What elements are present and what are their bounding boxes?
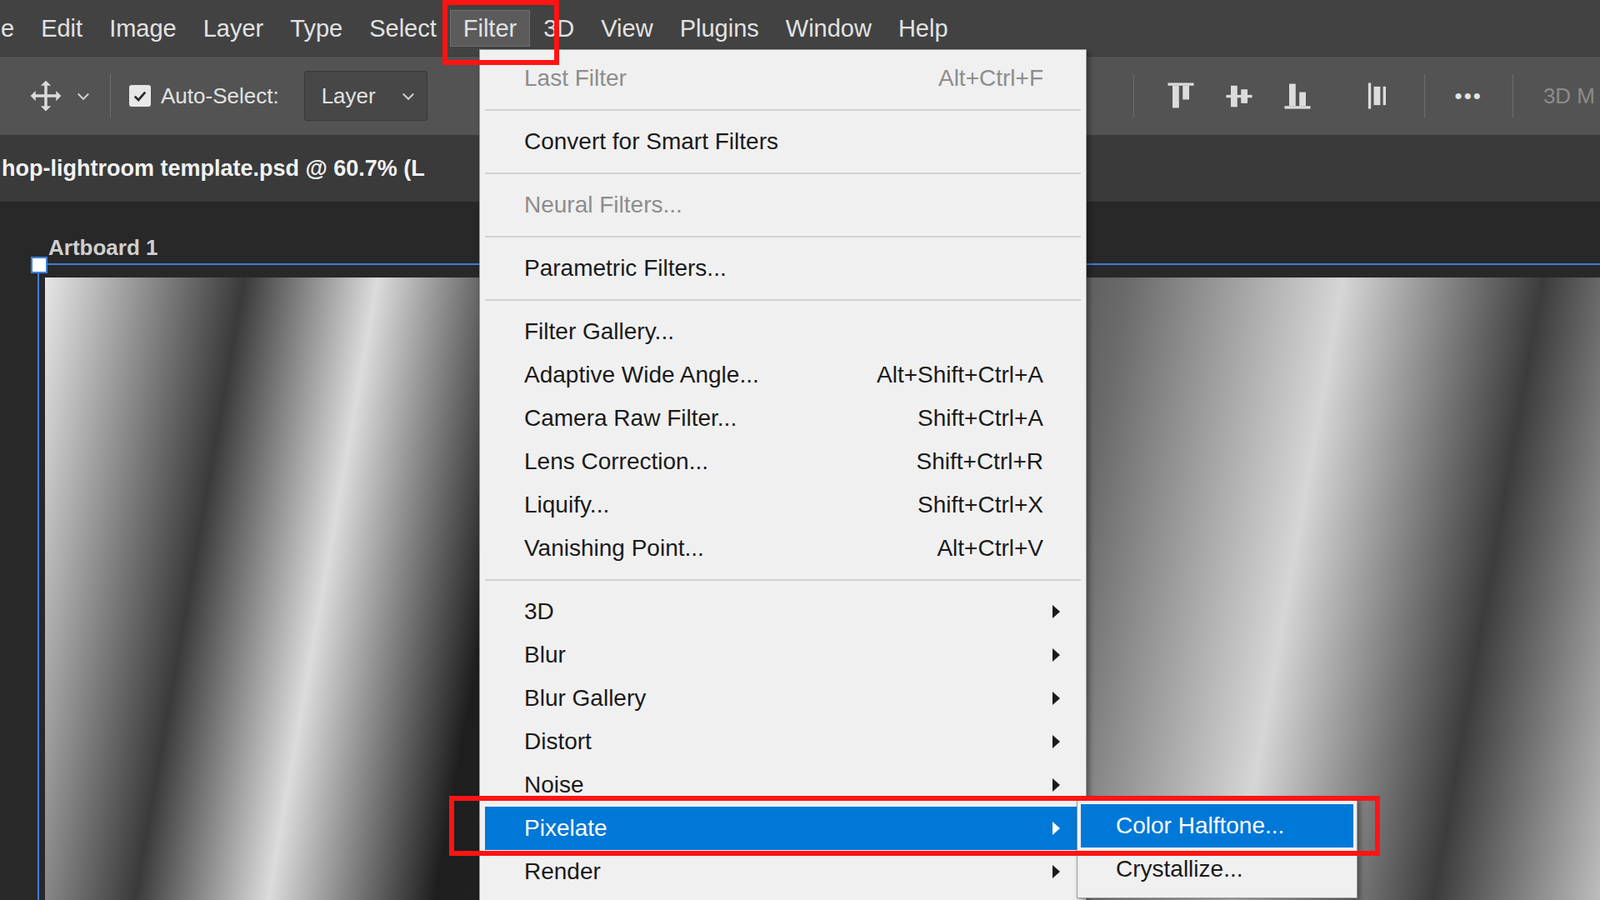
submenu-arrow-icon [1052,865,1060,879]
menu-item[interactable]: Blur [485,633,1081,677]
menu-item[interactable]: Noise [485,763,1081,807]
menu-bar-item[interactable]: Type [276,10,356,47]
move-tool-icon[interactable] [28,78,64,114]
menu-bar-item[interactable]: 3D [530,10,588,47]
separator [1424,74,1425,118]
menu-item-label: Parametric Filters... [524,255,1044,282]
menu-item-label: 3D [524,598,1053,625]
align-tools: ••• 3D M [1128,74,1600,118]
menu-item[interactable]: Filter Gallery... [485,310,1081,354]
menu-bar-item[interactable]: Edit [27,10,96,47]
submenu-arrow-icon [1052,691,1060,705]
menu-item[interactable]: Blur Gallery [485,676,1081,720]
submenu-arrow-icon [1052,605,1060,619]
menu-bar-item[interactable]: Image [95,10,190,47]
menu-separator [485,570,1081,590]
menu-item[interactable]: Neural Filters... [485,183,1081,227]
menu-item[interactable]: Adaptive Wide Angle... Alt+Shift+Ctrl+A [485,353,1081,397]
menu-item-label: Liquify... [524,491,901,519]
menu-item-label: Blur Gallery [524,685,1053,712]
menu-item-label: Render [524,858,1053,885]
tool-preset-chevron-icon[interactable] [75,87,92,105]
menu-item-label: Convert for Smart Filters [524,128,1044,155]
separator [1133,74,1135,118]
annotation-box [449,795,1380,856]
submenu-arrow-icon [1052,821,1060,835]
more-options-button[interactable]: ••• [1455,83,1483,110]
menu-item[interactable]: Last Filter Alt+Ctrl+F [485,56,1081,100]
menu-item-label: Last Filter [524,65,922,92]
pixelate-submenu: Color Halftone...Crystallize... [1076,797,1358,899]
menu-item-shortcut: Shift+Ctrl+R [916,448,1045,475]
menu-item-label: Vanishing Point... [524,535,920,562]
annotation-box [442,0,560,65]
menu-item-label: Adaptive Wide Angle... [524,361,860,389]
menu-item-label: Pixelate [524,815,1053,842]
document-tab[interactable]: hop-lightroom template.psd @ 60.7% (L [1,155,425,182]
menu-bar-item[interactable]: e [0,10,28,47]
menu-item[interactable]: Convert for Smart Filters [485,120,1081,164]
menu-item-shortcut: Alt+Ctrl+F [938,65,1044,92]
submenu-arrow-icon [1052,648,1060,662]
menu-bar-item[interactable]: Help [885,10,962,47]
menu-item-label: Noise [524,771,1053,799]
dropdown-chevron-icon [400,87,417,105]
check-icon [131,87,149,105]
menu-bar-item[interactable]: Select [355,10,450,47]
menu-item[interactable]: Distort [485,720,1081,764]
menu-item-label: Lens Correction... [524,448,900,475]
menu-item[interactable]: Pixelate [485,806,1081,850]
auto-select-checkbox[interactable] [129,85,151,107]
menu-item-shortcut: Shift+Ctrl+A [917,405,1044,432]
auto-select-label: Auto-Select: [160,83,280,110]
auto-select-option[interactable]: Auto-Select: [129,83,280,110]
menu-bar-item[interactable]: Window [772,10,885,47]
align-bottom-edges-icon[interactable] [1280,79,1315,113]
menu-bar-item[interactable]: View [587,10,666,47]
menu-separator [485,290,1081,310]
submenu-item[interactable]: Crystallize... [1080,847,1354,891]
align-left-edges-icon[interactable] [1360,79,1395,113]
separator [110,74,111,118]
menu-item[interactable]: Lens Correction... Shift+Ctrl+R [485,440,1081,484]
menu-separator [485,226,1081,247]
photoshop-window: eEditImageLayerTypeSelectFilter3DViewPlu… [0,0,1600,900]
menu-bar-item[interactable]: Plugins [666,10,773,47]
submenu-item[interactable]: Color Halftone... [1080,804,1354,848]
menu-item[interactable]: Liquify... Shift+Ctrl+X [485,483,1081,527]
menu-item-shortcut: Alt+Ctrl+V [936,535,1044,562]
menu-item-shortcut: Alt+Shift+Ctrl+A [876,361,1044,389]
submenu-arrow-icon [1052,778,1060,792]
align-top-edges-icon[interactable] [1164,79,1198,113]
menu-separator [485,100,1081,120]
menu-item[interactable]: Render [485,850,1081,894]
submenu-arrow-icon [1052,735,1060,749]
menu-item-label: Camera Raw Filter... [524,405,901,432]
auto-select-target-dropdown[interactable]: Layer [304,70,428,121]
menu-item-label: Neural Filters... [524,191,1044,219]
menu-item[interactable]: 3D [485,590,1081,634]
menu-bar-item[interactable]: Layer [190,10,278,47]
artboard-handle[interactable] [30,256,48,274]
menu-item-label: Distort [524,728,1053,755]
menu-item[interactable]: Vanishing Point... Alt+Ctrl+V [485,526,1081,570]
menu-item-label: Blur [524,641,1053,669]
3d-mode-label: 3D M [1543,83,1595,110]
menu-item-shortcut: Shift+Ctrl+X [917,491,1044,519]
filter-menu: Last Filter Alt+Ctrl+F Convert for Smart F… [479,49,1087,900]
menu-item-label: Filter Gallery... [524,318,1044,345]
menu-separator [485,163,1081,184]
dropdown-value: Layer [321,83,376,110]
align-vertical-centers-icon[interactable] [1222,79,1256,113]
menu-item[interactable]: Parametric Filters... [485,246,1081,290]
menu-bar: eEditImageLayerTypeSelectFilter3DViewPlu… [0,0,1600,56]
menu-bar-item[interactable]: Filter [450,10,530,47]
separator [1512,74,1514,118]
menu-item[interactable]: Camera Raw Filter... Shift+Ctrl+A [485,396,1081,440]
